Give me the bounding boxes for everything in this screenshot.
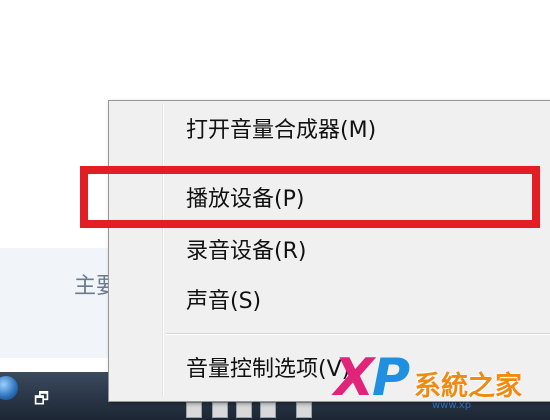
tray-app-icon[interactable] (236, 402, 252, 418)
tray-app-icon[interactable] (186, 402, 202, 418)
menu-item-sounds[interactable]: 声音(S) (186, 288, 261, 316)
watermark-url: www.xp (432, 400, 472, 411)
tray-app-icon[interactable] (212, 402, 228, 418)
background-window-text: 主要 (74, 274, 110, 299)
window-switch-icon[interactable]: 🗗 (34, 388, 49, 415)
watermark-text: 系統之家 (414, 371, 522, 402)
menu-item-playback-devices[interactable]: 播放设备(P) (186, 186, 304, 214)
watermark-logo-p: P (372, 348, 411, 408)
menu-gutter (162, 104, 164, 396)
menu-separator (166, 333, 550, 335)
screenshot-stage: 主要 🗗 打开音量合成器(M) 播放设备(P) 录音设备(R) 声音(S) 音量… (0, 0, 550, 420)
tray-app-icon[interactable] (260, 402, 276, 418)
tray-app-icon[interactable] (296, 402, 312, 418)
menu-item-volume-options[interactable]: 音量控制选项(V) (186, 356, 350, 384)
menu-item-volume-mixer[interactable]: 打开音量合成器(M) (186, 117, 376, 145)
menu-item-recording-devices[interactable]: 录音设备(R) (186, 238, 306, 266)
watermark-logo-x: X (334, 348, 375, 408)
